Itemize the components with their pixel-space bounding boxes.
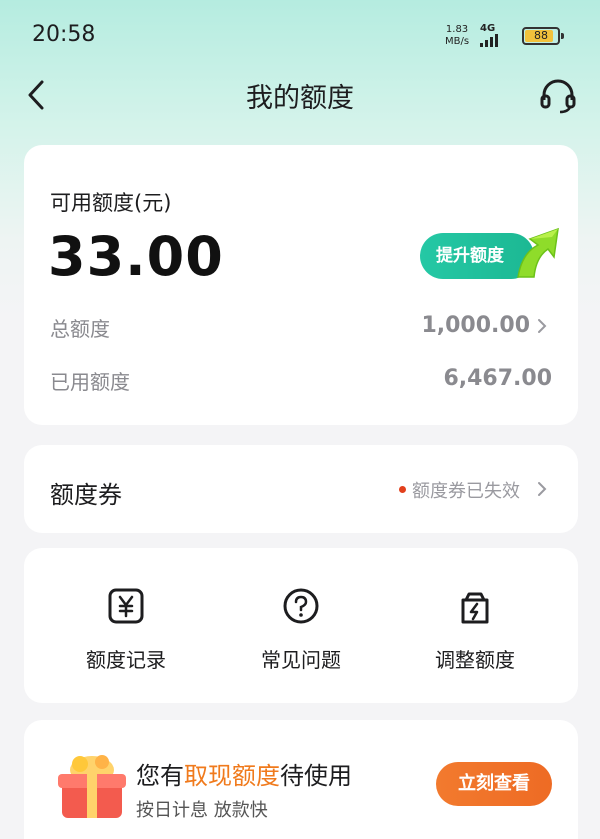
shortcut-label: 额度记录: [86, 648, 166, 672]
lightning-bag-icon: [461, 592, 489, 624]
page-title: 我的额度: [246, 83, 354, 114]
available-quota-amount: 33.00: [48, 225, 224, 288]
view-now-button[interactable]: 立刻查看: [436, 762, 552, 806]
available-quota-label: 可用额度(元): [50, 191, 172, 215]
nav-bar: 我的额度: [0, 70, 600, 120]
chevron-right-icon[interactable]: [536, 317, 548, 335]
shortcut-label: 调整额度: [435, 648, 515, 672]
quota-record-shortcut[interactable]: 额度记录: [46, 586, 206, 676]
adjust-quota-shortcut[interactable]: 调整额度: [395, 586, 555, 676]
battery-level: 88: [534, 29, 548, 42]
status-dot: [399, 486, 406, 493]
signal-icon: 4G: [478, 23, 518, 47]
network-speed-value: 1.83: [445, 24, 469, 35]
promo-title: 您有取现额度待使用: [136, 762, 352, 790]
network-type: 4G: [480, 23, 496, 34]
battery-icon: 88: [522, 27, 564, 45]
coupon-status: 额度券已失效: [412, 481, 520, 502]
gift-box-icon: [58, 755, 126, 818]
total-quota-value[interactable]: 1,000.00: [421, 313, 530, 338]
faq-shortcut[interactable]: 常见问题: [221, 586, 381, 676]
shortcuts-card: 额度记录 常见问题 调整额度: [24, 548, 578, 703]
chevron-right-icon: [538, 482, 547, 496]
up-arrow-icon: [517, 227, 559, 278]
used-quota-value: 6,467.00: [443, 366, 552, 391]
coupon-title: 额度券: [50, 481, 122, 509]
yen-record-icon: [108, 588, 144, 624]
promo-highlight: 取现额度: [184, 762, 280, 790]
quota-card: 可用额度(元) 33.00 提升额度 总额度 1,000.00 已用额度 6,4…: [24, 145, 578, 425]
network-speed: 1.83 MB/s: [445, 24, 469, 48]
total-quota-label: 总额度: [50, 317, 110, 341]
shortcut-label: 常见问题: [261, 648, 341, 672]
status-time: 20:58: [32, 22, 96, 47]
promo-subtitle: 按日计息 放款快: [136, 800, 268, 821]
status-bar: 20:58 1.83 MB/s 4G 88: [0, 0, 600, 70]
used-quota-label: 已用额度: [50, 370, 130, 394]
cash-quota-promo: 您有取现额度待使用 按日计息 放款快 立刻查看: [24, 720, 578, 839]
quota-coupon-row[interactable]: 额度券 额度券已失效: [24, 445, 578, 533]
network-speed-unit: MB/s: [445, 36, 470, 47]
headset-icon[interactable]: [538, 78, 578, 114]
question-circle-icon: [283, 588, 319, 624]
